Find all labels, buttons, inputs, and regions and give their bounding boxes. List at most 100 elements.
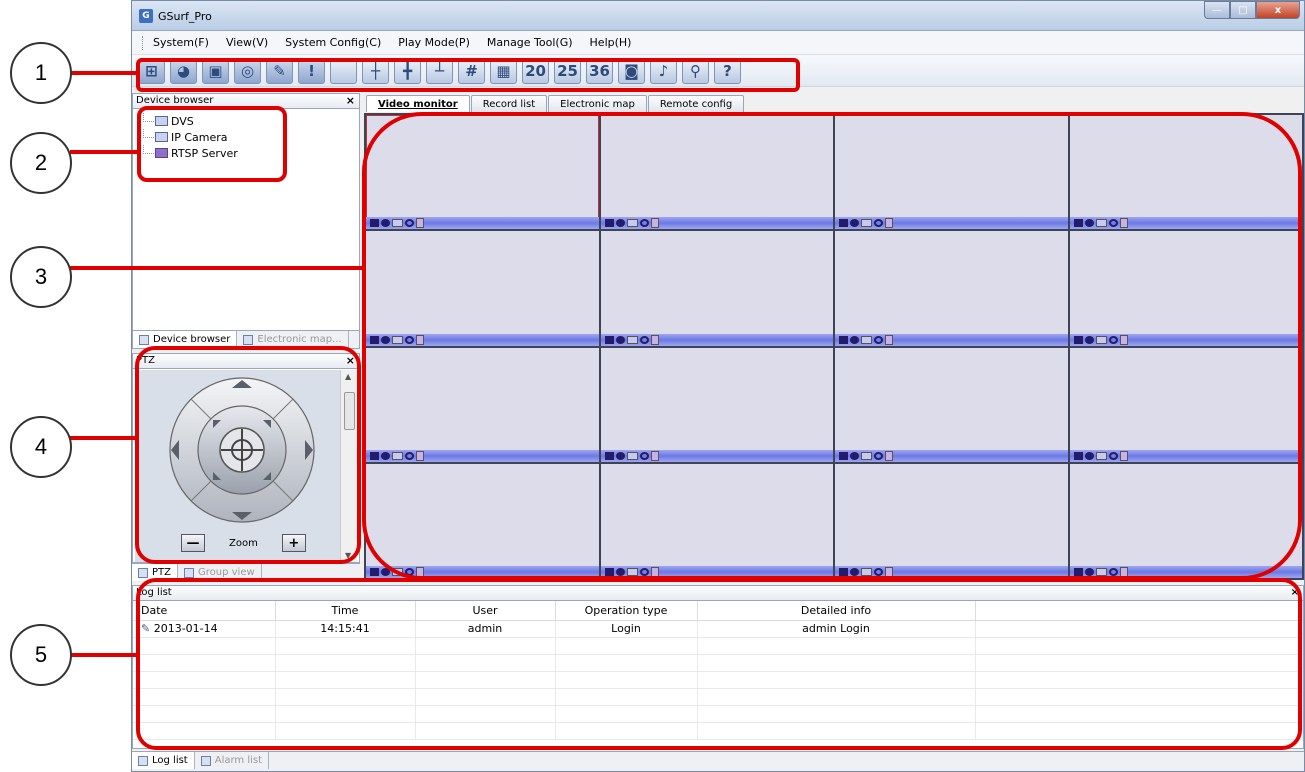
audio-icon[interactable] (1119, 218, 1128, 229)
audio-icon[interactable] (416, 567, 424, 577)
menu-system-config[interactable]: System Config(C) (285, 36, 381, 49)
layout-16-button[interactable]: ▦ (490, 57, 517, 84)
video-cell[interactable] (600, 115, 833, 230)
tab-log-list[interactable]: Log list (132, 752, 195, 769)
record-icon[interactable] (850, 568, 859, 576)
stop-icon[interactable] (604, 335, 614, 344)
snapshot-icon[interactable] (1095, 451, 1107, 460)
refresh-icon[interactable] (405, 335, 414, 344)
log-close-icon[interactable]: × (1291, 586, 1299, 600)
video-cell[interactable] (600, 347, 833, 462)
snapshot-icon[interactable] (1095, 335, 1107, 344)
record-icon[interactable] (381, 451, 390, 460)
stop-icon[interactable] (1073, 219, 1083, 228)
tree-item-dvs[interactable]: DVS (141, 113, 359, 129)
globe-button[interactable]: ◕ (170, 57, 197, 84)
snapshot-icon[interactable] (1095, 219, 1107, 228)
refresh-icon[interactable] (874, 219, 883, 228)
refresh-icon[interactable] (405, 219, 414, 228)
menu-manage-tool[interactable]: Manage Tool(G) (487, 36, 573, 49)
audio-icon[interactable] (416, 334, 424, 345)
snapshot-icon[interactable] (861, 335, 872, 344)
record-icon[interactable] (1084, 335, 1094, 344)
log-column-header[interactable]: Time (275, 601, 416, 621)
refresh-icon[interactable] (639, 451, 649, 460)
table-row[interactable]: ✎ 2013-01-14 14:15:41 admin Login admin Logi… (133, 620, 1303, 638)
stop-icon[interactable] (370, 451, 379, 460)
tab-device-browser[interactable]: Device browser (133, 331, 238, 348)
video-cell[interactable] (1069, 347, 1302, 462)
refresh-icon[interactable] (1108, 219, 1118, 228)
refresh-icon[interactable] (639, 219, 649, 228)
layout-1-button[interactable] (330, 57, 357, 84)
stop-icon[interactable] (604, 219, 614, 228)
log-column-header[interactable]: Operation type (555, 601, 698, 621)
video-cell[interactable] (366, 347, 599, 462)
layout-4-button[interactable]: ┼ (362, 57, 389, 84)
tab-remote-config[interactable]: Remote config (647, 95, 745, 112)
maximize-button[interactable]: □ (1230, 1, 1256, 19)
config-button[interactable]: ✎ (266, 57, 293, 84)
snapshot-icon[interactable] (861, 219, 872, 228)
refresh-icon[interactable] (1108, 451, 1118, 460)
record-icon[interactable] (381, 568, 390, 576)
snapshot-icon[interactable] (626, 451, 638, 460)
layout-6-button[interactable]: ╋ (394, 57, 421, 84)
record-icon[interactable] (1084, 219, 1094, 228)
audio-icon[interactable] (650, 567, 659, 577)
video-cell[interactable] (1069, 115, 1302, 230)
video-cell[interactable] (835, 463, 1068, 578)
snapshot-icon[interactable] (861, 568, 872, 576)
stop-icon[interactable] (839, 568, 848, 576)
audio-icon[interactable] (1119, 567, 1128, 577)
device-tree-button[interactable]: ⊞ (138, 57, 165, 84)
video-cell[interactable] (835, 347, 1068, 462)
audio-icon[interactable] (885, 334, 893, 345)
snapshot-icon[interactable] (861, 451, 872, 460)
tab-ptz[interactable]: PTZ (132, 564, 178, 581)
audio-icon[interactable] (416, 450, 424, 461)
refresh-icon[interactable] (639, 335, 649, 344)
video-cell[interactable] (835, 231, 1068, 346)
help-button[interactable]: ? (714, 57, 741, 84)
log-column-header[interactable]: Detailed info (697, 601, 976, 621)
video-cell[interactable] (366, 463, 599, 578)
video-cell[interactable] (600, 463, 833, 578)
stop-icon[interactable] (370, 335, 379, 344)
audio-icon[interactable] (885, 567, 893, 577)
ptz-close-icon[interactable]: × (346, 354, 355, 368)
record-icon[interactable] (381, 335, 390, 344)
tab-record-list[interactable]: Record list (470, 95, 548, 112)
stop-icon[interactable] (604, 451, 614, 460)
log-column-header[interactable] (975, 601, 1303, 621)
snapshot-icon[interactable] (392, 451, 403, 460)
alarm-button[interactable]: ! (298, 57, 325, 84)
stop-icon[interactable] (1073, 568, 1083, 576)
stop-icon[interactable] (1073, 335, 1083, 344)
ptz-scrollbar[interactable]: ▲ ▼ (340, 370, 357, 562)
layout-25-button[interactable]: 25 (554, 57, 581, 84)
snapshot-icon[interactable] (626, 219, 638, 228)
audio-icon[interactable] (1119, 450, 1128, 461)
video-cell[interactable] (1069, 231, 1302, 346)
menu-help[interactable]: Help(H) (590, 36, 632, 49)
refresh-icon[interactable] (874, 451, 883, 460)
scroll-thumb[interactable] (344, 392, 355, 430)
audio-icon[interactable] (1119, 334, 1128, 345)
refresh-icon[interactable] (874, 568, 883, 576)
refresh-icon[interactable] (1108, 568, 1118, 576)
tab-electronic-map[interactable]: Electronic map... (237, 331, 349, 348)
audio-icon[interactable] (650, 334, 659, 345)
video-cell[interactable] (366, 115, 599, 230)
target-button[interactable]: ◎ (234, 57, 261, 84)
video-cell[interactable] (600, 231, 833, 346)
zoom-out-button[interactable]: — (181, 534, 205, 552)
video-cell[interactable] (1069, 463, 1302, 578)
menu-system[interactable]: System(F) (153, 36, 209, 49)
record-icon[interactable] (1084, 451, 1094, 460)
device-browser-close-icon[interactable]: × (346, 94, 355, 108)
record-icon[interactable] (850, 335, 859, 344)
record-icon[interactable] (1084, 568, 1094, 576)
stop-icon[interactable] (370, 219, 379, 228)
record-icon[interactable] (381, 219, 390, 228)
